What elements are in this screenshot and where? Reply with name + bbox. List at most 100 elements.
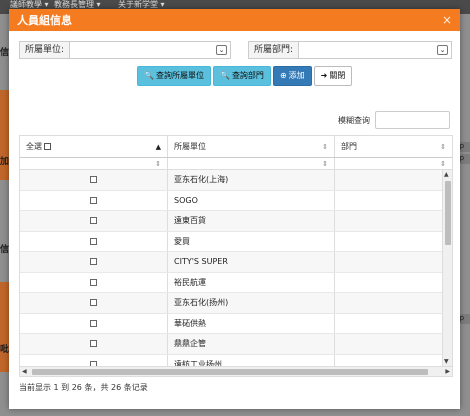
dept-header[interactable]: 部門 ⇕ xyxy=(335,136,452,157)
query-dept-button[interactable]: 🔍 查詢部門 xyxy=(212,66,271,86)
horizontal-scrollbar[interactable]: ◀ ▶ xyxy=(20,366,452,376)
unit-header[interactable]: 所屬單位 ⇕ xyxy=(168,136,335,157)
dept-select[interactable]: ⌄ xyxy=(299,42,451,58)
bg-side-label: 信 xyxy=(0,245,10,255)
table-row[interactable]: 裕民航運 xyxy=(20,272,452,293)
plus-circle-icon: ⊕ xyxy=(279,71,287,80)
table-row[interactable]: 亚东石化(上海) xyxy=(20,170,452,191)
row-checkbox[interactable] xyxy=(90,237,97,245)
table-row[interactable]: SOGO xyxy=(20,190,452,211)
row-checkbox[interactable] xyxy=(90,196,97,204)
action-buttons: 🔍 查詢所屬單位 🔍 查詢部門 ⊕ 添加 ➜ 關閉 xyxy=(137,66,354,86)
sort-icon[interactable]: ⇕ xyxy=(155,158,161,170)
dept-header-label: 部門 xyxy=(341,142,357,151)
row-select-cell xyxy=(20,272,168,292)
table-row[interactable]: 亚东石化(扬州) xyxy=(20,293,452,314)
table-header: 全選 ▲ 所屬單位 ⇕ 部門 ⇕ xyxy=(20,136,452,158)
dept-cell xyxy=(335,252,452,272)
table-filter-row: ⇕ ⇕ ⇕ xyxy=(20,158,452,170)
add-label: 添加 xyxy=(288,71,305,80)
dept-cell xyxy=(335,211,452,231)
unit-cell: CITY'S SUPER xyxy=(168,252,335,272)
row-checkbox[interactable] xyxy=(90,278,97,286)
close-label: 關閉 xyxy=(329,71,346,80)
query-dept-label: 查詢部門 xyxy=(231,71,264,80)
select-all-header[interactable]: 全選 ▲ xyxy=(20,136,168,157)
add-button[interactable]: ⊕ 添加 xyxy=(272,66,312,86)
search-icon: 🔍 xyxy=(144,71,154,80)
close-icon[interactable]: × xyxy=(442,13,452,27)
sign-out-icon: ➜ xyxy=(320,71,328,80)
row-checkbox[interactable] xyxy=(90,340,97,348)
unit-select[interactable]: ⌄ xyxy=(70,42,230,58)
dept-cell xyxy=(335,232,452,252)
close-button[interactable]: ➜ 關閉 xyxy=(313,66,353,86)
sort-icon[interactable]: ⇕ xyxy=(322,136,328,158)
row-select-cell xyxy=(20,211,168,231)
search-icon: 🔍 xyxy=(219,71,230,80)
query-unit-button[interactable]: 🔍 查詢所屬單位 xyxy=(137,66,211,86)
scroll-up-icon[interactable]: ▲ xyxy=(444,171,449,178)
chevron-down-icon[interactable]: ⌄ xyxy=(437,45,448,55)
table-row[interactable]: 遠東百貨 xyxy=(20,211,452,232)
modal-header: 人員組信息 × xyxy=(9,9,460,31)
unit-select-group: 所屬單位: ⌄ xyxy=(19,41,231,59)
unit-cell: 亚东石化(上海) xyxy=(168,170,335,190)
row-select-cell xyxy=(20,313,168,333)
dept-cell xyxy=(335,314,452,334)
row-select-cell xyxy=(20,334,168,354)
search-input[interactable] xyxy=(375,111,450,129)
bg-side-label: 吡 xyxy=(0,345,10,355)
unit-cell: 裕民航運 xyxy=(168,272,335,292)
unit-label: 所屬單位: xyxy=(20,42,71,58)
filter-row: 所屬單位: ⌄ 所屬部門: ⌄ xyxy=(19,41,454,59)
horizontal-scroll-thumb[interactable] xyxy=(32,369,428,375)
row-checkbox[interactable] xyxy=(90,258,97,266)
row-select-cell xyxy=(20,190,168,210)
unit-cell: 鼎鼎企管 xyxy=(168,334,335,354)
dept-cell xyxy=(335,191,452,211)
scroll-right-icon[interactable]: ▶ xyxy=(445,367,450,376)
sort-asc-icon[interactable]: ▲ xyxy=(156,136,161,158)
unit-header-label: 所屬單位 xyxy=(174,142,206,151)
dept-label: 所屬部門: xyxy=(249,42,300,58)
search-label: 模糊查询 xyxy=(338,115,370,125)
row-checkbox[interactable] xyxy=(90,217,97,225)
table-row[interactable]: 鼎鼎企管 xyxy=(20,334,452,355)
unit-cell: 亚东石化(扬州) xyxy=(168,293,335,313)
filter-cell: ⇕ xyxy=(20,158,168,169)
select-all-checkbox[interactable] xyxy=(44,143,51,150)
filter-cell: ⇕ xyxy=(168,158,335,169)
row-select-cell xyxy=(20,231,168,251)
fuzzy-search: 模糊查询 xyxy=(338,111,450,129)
row-select-cell xyxy=(20,252,168,272)
unit-cell: 愛買 xyxy=(168,231,335,251)
unit-cell: 華砳供熱 xyxy=(168,313,335,333)
sort-icon[interactable]: ⇕ xyxy=(440,158,446,170)
unit-cell: 遠東百貨 xyxy=(168,211,335,231)
chevron-down-icon[interactable]: ⌄ xyxy=(216,45,227,55)
table-body: 亚东石化(上海) SOGO 遠東百貨 愛買 CITY'S SUPER 裕民航運 … xyxy=(20,170,452,375)
vertical-scroll-thumb[interactable] xyxy=(445,181,451,245)
select-all-label: 全選 xyxy=(26,142,42,151)
scroll-left-icon[interactable]: ◀ xyxy=(22,367,27,376)
dept-cell xyxy=(335,273,452,293)
row-checkbox[interactable] xyxy=(90,176,97,184)
scroll-down-icon[interactable]: ▼ xyxy=(444,358,449,365)
dept-cell xyxy=(335,170,452,190)
sort-icon[interactable]: ⇕ xyxy=(440,136,446,158)
modal-title: 人員組信息 xyxy=(17,14,72,27)
row-checkbox[interactable] xyxy=(90,299,97,307)
table-row[interactable]: CITY'S SUPER xyxy=(20,252,452,273)
table-row[interactable]: 華砳供熱 xyxy=(20,313,452,334)
dept-cell xyxy=(335,293,452,313)
personnel-group-modal: 人員組信息 × 所屬單位: ⌄ 所屬部門: ⌄ 🔍 查詢所屬單位 🔍 查詢部門 ⊕ 添… xyxy=(9,9,460,409)
vertical-scrollbar[interactable]: ▲ ▼ xyxy=(442,170,452,366)
sort-icon[interactable]: ⇕ xyxy=(322,158,328,170)
table-row[interactable]: 愛買 xyxy=(20,231,452,252)
dept-cell xyxy=(335,334,452,354)
pagination-info: 当前显示 1 到 26 条，共 26 条记录 xyxy=(19,383,148,392)
filter-cell: ⇕ xyxy=(335,158,452,169)
row-checkbox[interactable] xyxy=(90,319,97,327)
unit-table: 全選 ▲ 所屬單位 ⇕ 部門 ⇕ ⇕ ⇕ ⇕ 亚东石化(上海) SOGO 遠東百… xyxy=(19,135,453,377)
